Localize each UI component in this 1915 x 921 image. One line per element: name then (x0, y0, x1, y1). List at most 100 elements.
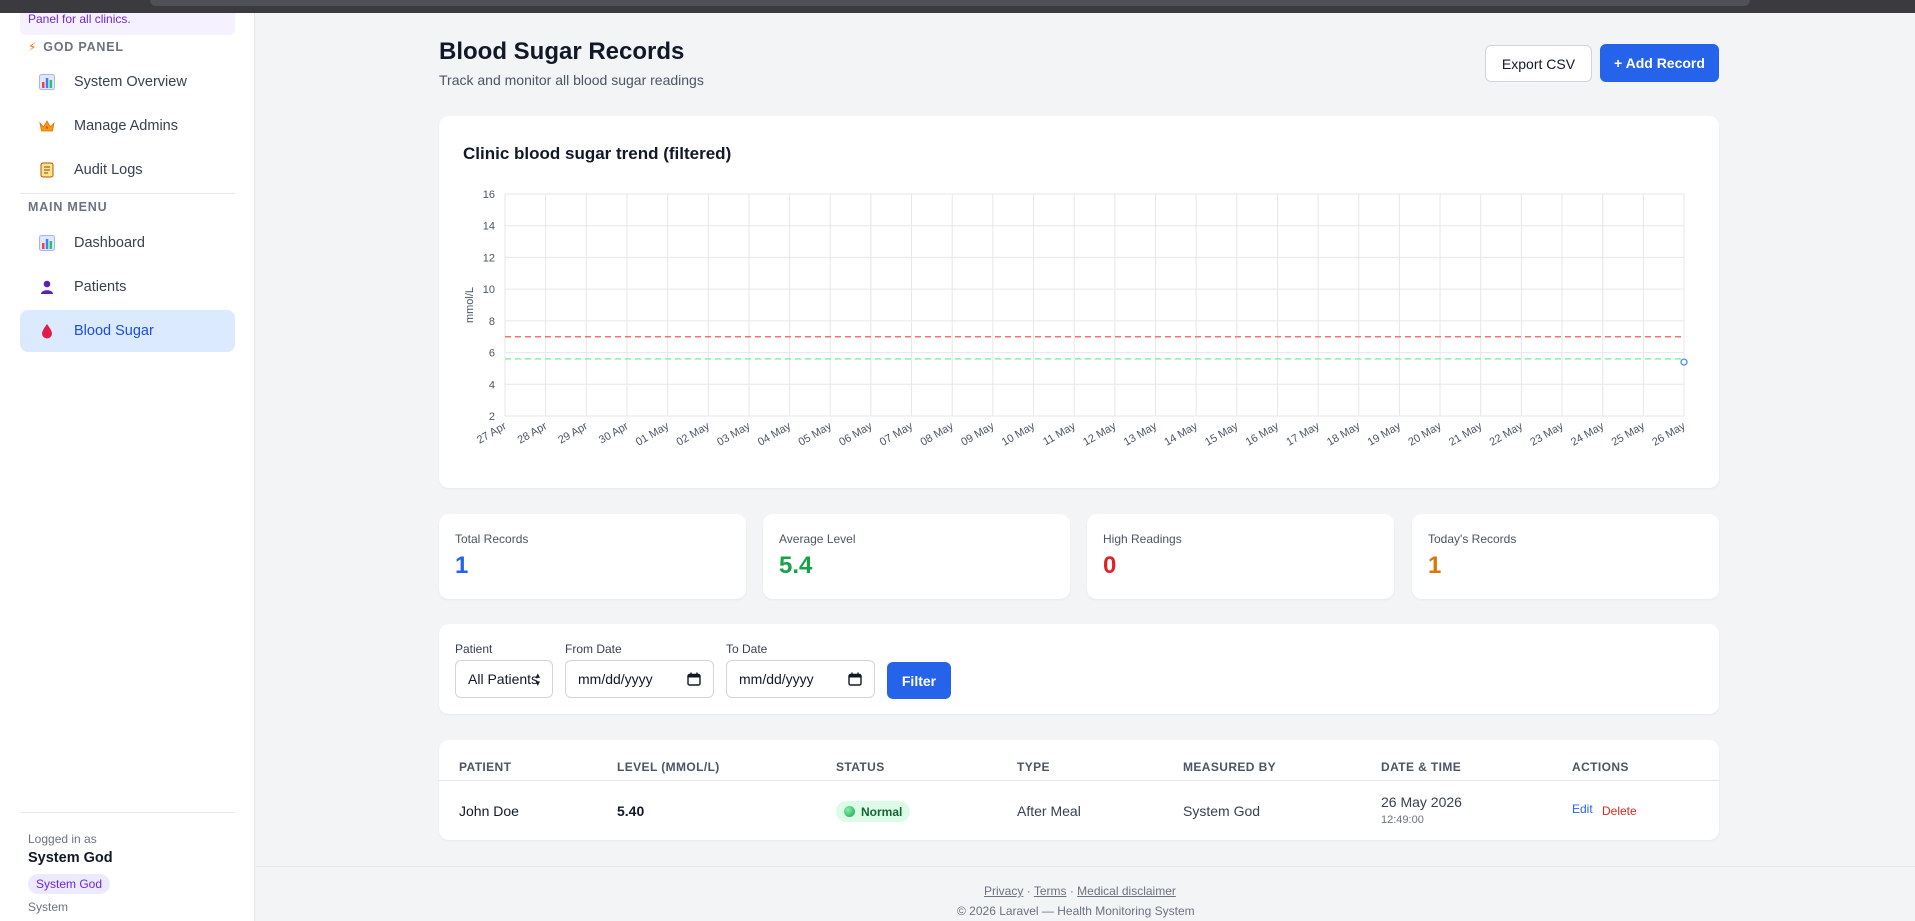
column-header-type: TYPE (1017, 760, 1050, 774)
stat-label: Today's Records (1428, 532, 1517, 546)
stat-value: 1 (1428, 552, 1442, 579)
main-menu-heading: MAIN MENU (28, 200, 108, 214)
calendar-icon[interactable] (687, 672, 701, 689)
patient-select[interactable]: All Patients ▴ ▾ (455, 660, 553, 698)
x-tick-label: 14 May (1162, 420, 1200, 449)
sidebar-item-label: Blood Sugar (74, 323, 154, 339)
x-tick-label: 21 May (1447, 420, 1485, 449)
x-tick-label: 06 May (837, 420, 875, 449)
logged-in-label: Logged in as (28, 832, 97, 846)
y-tick-label: 16 (483, 189, 495, 201)
sidebar-item-label: Patients (74, 279, 127, 295)
sidebar-item-blood-sugar[interactable]: Blood Sugar (20, 310, 235, 352)
x-tick-label: 05 May (796, 420, 834, 449)
x-tick-label: 18 May (1325, 420, 1363, 449)
stat-label: High Readings (1103, 532, 1182, 546)
cell-date: 26 May 2026 (1381, 794, 1462, 810)
stat-card-high-readings: High Readings 0 (1087, 514, 1394, 599)
edit-link[interactable]: Edit (1572, 802, 1593, 816)
export-csv-button[interactable]: Export CSV (1485, 45, 1592, 82)
person-icon (38, 278, 56, 296)
x-tick-label: 27 Apr (475, 420, 509, 446)
sidebar: Panel for all clinics. ⚡ GOD PANEL System… (0, 13, 255, 921)
from-date-input[interactable]: mm/dd/yyyy (565, 660, 714, 698)
calendar-icon[interactable] (848, 672, 862, 689)
x-tick-label: 12 May (1081, 420, 1119, 449)
x-tick-label: 09 May (959, 420, 997, 449)
sidebar-item-manage-admins[interactable]: Manage Admins (20, 105, 235, 147)
delete-link[interactable]: Delete (1602, 804, 1637, 818)
y-tick-label: 6 (489, 348, 495, 360)
x-tick-label: 11 May (1041, 420, 1078, 448)
x-tick-label: 10 May (1000, 420, 1038, 449)
stat-value: 1 (455, 552, 469, 579)
data-point (1680, 358, 1688, 366)
stat-value: 0 (1103, 552, 1117, 579)
sidebar-item-system-overview[interactable]: System Overview (20, 61, 235, 103)
user-role-text: System (28, 900, 69, 914)
table-header-divider (439, 780, 1719, 781)
column-header-actions: ACTIONS (1572, 760, 1629, 774)
y-tick-label: 14 (483, 221, 495, 233)
browser-tab-strip (150, 0, 1750, 6)
to-date-input[interactable]: mm/dd/yyyy (726, 660, 875, 698)
footer-separator: · (1069, 884, 1074, 898)
sidebar-panel-note: Panel for all clinics. (20, 13, 235, 35)
cell-measured-by: System God (1183, 803, 1261, 819)
y-tick-label: 12 (483, 252, 495, 264)
x-tick-label: 20 May (1406, 420, 1444, 449)
column-header-measured-by: MEASURED BY (1183, 760, 1277, 774)
status-badge: Normal (836, 801, 911, 822)
page-title: Blood Sugar Records (439, 38, 685, 65)
terms-link[interactable]: Terms (1034, 884, 1067, 898)
y-tick-label: 2 (489, 411, 495, 423)
stat-label: Average Level (779, 532, 856, 546)
sidebar-item-dashboard[interactable]: Dashboard (20, 222, 235, 264)
privacy-link[interactable]: Privacy (984, 884, 1023, 898)
bar-chart-icon (38, 234, 56, 252)
patient-filter-label: Patient (455, 642, 493, 656)
from-date-placeholder: mm/dd/yyyy (578, 671, 653, 687)
logged-in-user-name: System God (28, 850, 113, 866)
x-tick-label: 01 May (634, 420, 672, 449)
stat-card-average-level: Average Level 5.4 (763, 514, 1070, 599)
add-record-button[interactable]: + Add Record (1600, 44, 1719, 82)
sidebar-item-label: Manage Admins (74, 118, 178, 134)
bar-chart-icon (38, 73, 56, 91)
god-panel-heading-label: GOD PANEL (43, 40, 124, 54)
sidebar-item-label: System Overview (74, 74, 187, 90)
x-tick-label: 24 May (1569, 420, 1607, 449)
stat-card-todays-records: Today's Records 1 (1412, 514, 1719, 599)
to-date-label: To Date (726, 642, 768, 656)
footer-links: Privacy · Terms · Medical disclaimer (984, 884, 1176, 898)
patient-select-value: All Patients (468, 671, 539, 687)
filter-button[interactable]: Filter (887, 662, 951, 699)
page-subtitle: Track and monitor all blood sugar readin… (439, 72, 704, 88)
y-tick-label: 10 (483, 284, 495, 296)
sidebar-item-audit-logs[interactable]: Audit Logs (20, 149, 235, 191)
medical-disclaimer-link[interactable]: Medical disclaimer (1077, 884, 1176, 898)
x-tick-label: 16 May (1244, 420, 1282, 449)
x-tick-label: 03 May (715, 420, 753, 449)
x-tick-label: 19 May (1366, 420, 1404, 449)
stat-value: 5.4 (779, 552, 813, 579)
records-table: PATIENT LEVEL (MMOL/L) STATUS TYPE MEASU… (439, 740, 1719, 840)
x-tick-label: 04 May (756, 420, 794, 449)
x-tick-label: 26 May (1650, 420, 1688, 449)
footer-divider (256, 866, 1915, 867)
x-tick-label: 25 May (1610, 420, 1648, 449)
select-arrows-icon: ▴ ▾ (535, 670, 540, 688)
sidebar-item-patients[interactable]: Patients (20, 266, 235, 308)
y-tick-label: 8 (489, 316, 495, 328)
stat-label: Total Records (455, 532, 529, 546)
cell-patient: John Doe (459, 803, 519, 819)
column-header-date-time: DATE & TIME (1381, 760, 1462, 774)
column-header-level: LEVEL (MMOL/L) (617, 760, 720, 774)
cell-time: 12:49:00 (1381, 814, 1424, 826)
x-tick-label: 13 May (1122, 420, 1160, 449)
scroll-icon (38, 161, 56, 179)
blood-drop-icon (38, 322, 56, 340)
god-panel-heading: ⚡ GOD PANEL (28, 40, 124, 54)
footer-separator: · (1026, 884, 1031, 898)
x-tick-label: 02 May (675, 420, 713, 449)
